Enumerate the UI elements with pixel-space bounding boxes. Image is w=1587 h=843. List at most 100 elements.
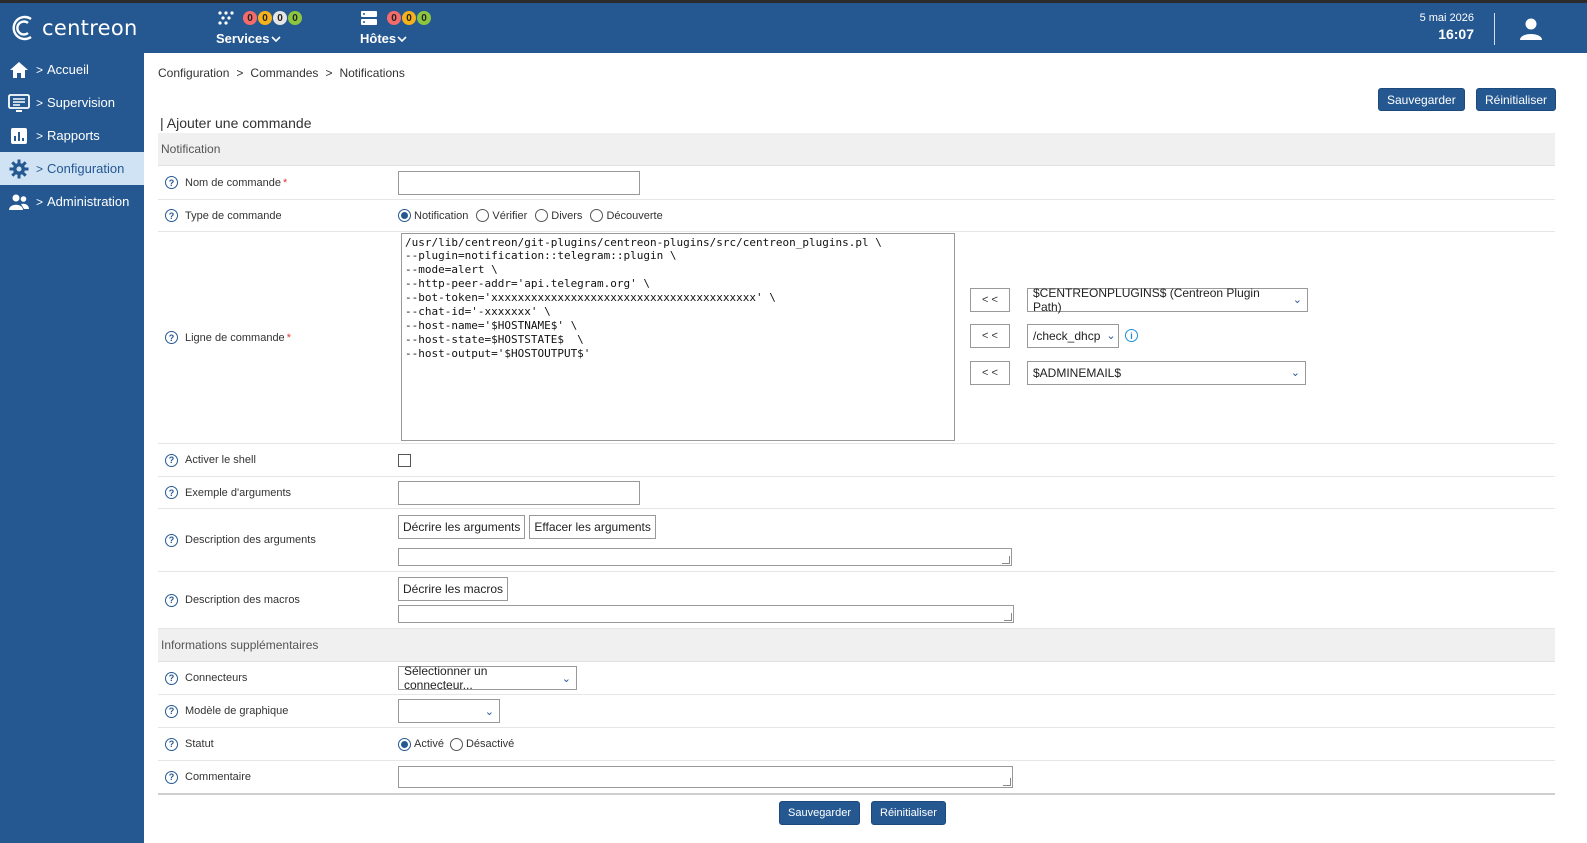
radio-decouverte[interactable]: Découverte [590, 209, 663, 222]
services-critical-count[interactable]: 0 [243, 11, 257, 25]
page-title: | Ajouter une commande [160, 115, 312, 131]
macro-select-1[interactable]: $CENTREONPLUGINS$ (Centreon Plugin Path)… [1027, 286, 1308, 314]
radio-label: Activé [414, 738, 444, 750]
radio-active[interactable]: Activé [398, 737, 444, 751]
command-line-textarea[interactable]: /usr/lib/centreon/git-plugins/centreon-p… [401, 232, 955, 441]
macro-select-3[interactable]: $ADMINEMAIL$ ⌄ [1027, 360, 1306, 385]
reset-button-bottom[interactable]: Réinitialiser [871, 801, 946, 825]
command-name-input[interactable] [398, 170, 640, 195]
chevron-right-icon: > [36, 62, 44, 77]
macros-description-textarea[interactable] [398, 605, 1014, 623]
breadcrumb-configuration[interactable]: Configuration [158, 66, 229, 80]
radio-label: Désactivé [465, 738, 515, 750]
services-label[interactable]: Services [216, 31, 270, 46]
arguments-description-textarea[interactable] [398, 547, 1012, 566]
radio-verifier[interactable]: Vérifier [476, 209, 527, 222]
sidebar-item-supervision[interactable]: > Supervision [0, 86, 144, 119]
radio-dot[interactable] [590, 209, 604, 222]
help-icon[interactable]: ? [165, 176, 178, 189]
services-icon [218, 11, 234, 25]
centreon-logo[interactable]: centreon [10, 13, 138, 43]
hosts-status[interactable]: 0 0 0 Hôtes [360, 9, 431, 46]
row-nom-commande: ? Nom de commande * [158, 166, 1555, 200]
radio-label: Notification [414, 209, 469, 222]
enable-shell-checkbox[interactable] [398, 453, 411, 467]
connectors-label: Connecteurs [185, 672, 248, 684]
save-button-bottom[interactable]: Sauvegarder [779, 801, 860, 825]
chevron-down-icon [397, 35, 407, 42]
help-icon[interactable]: ? [165, 533, 178, 547]
hosts-up-count[interactable]: 0 [417, 11, 431, 25]
sidebar: > Accueil > Supervision > Rapports > Con… [0, 53, 144, 843]
services-status[interactable]: 0 0 0 0 Services [216, 9, 302, 46]
radio-dot[interactable] [449, 737, 463, 751]
radio-inactive[interactable]: Désactivé [449, 737, 515, 751]
sidebar-item-rapports[interactable]: > Rapports [0, 119, 144, 152]
hosts-label[interactable]: Hôtes [360, 31, 396, 46]
section-notification: Notification [158, 133, 1555, 166]
resize-handle[interactable] [1004, 613, 1012, 621]
breadcrumb: Configuration > Commandes > Notifications [158, 66, 405, 80]
radio-dot[interactable] [476, 209, 490, 222]
services-warning-count[interactable]: 0 [258, 11, 272, 25]
chevron-down-icon [270, 35, 281, 42]
select-value: Sélectionner un connecteur... [404, 664, 488, 692]
comment-textarea[interactable] [398, 766, 1013, 788]
radio-dot[interactable] [535, 209, 549, 222]
help-icon[interactable]: ? [165, 453, 178, 467]
graph-template-select[interactable]: ⌄ [398, 699, 500, 723]
breadcrumb-commandes[interactable]: Commandes [250, 66, 318, 80]
row-description-arguments: ? Description des arguments Décrire les … [158, 509, 1555, 572]
row-modele-graphique: ? Modèle de graphique ⌄ [158, 695, 1555, 728]
info-icon[interactable]: i [1125, 329, 1138, 342]
reset-button-top[interactable]: Réinitialiser [1476, 88, 1557, 111]
radio-notification[interactable]: Notification [398, 209, 468, 222]
help-icon[interactable]: ? [165, 770, 178, 784]
monitor-icon [8, 92, 30, 114]
help-icon[interactable]: ? [165, 331, 178, 344]
insert-macro-button-1[interactable]: < < [970, 287, 1010, 312]
chevron-down-icon: ⌄ [561, 672, 571, 685]
help-icon[interactable]: ? [165, 486, 178, 499]
help-icon[interactable]: ? [165, 704, 178, 718]
help-icon[interactable]: ? [165, 737, 178, 751]
describe-macros-button[interactable]: Décrire les macros [398, 577, 509, 601]
required-mark: * [283, 176, 288, 189]
breadcrumb-notifications[interactable]: Notifications [339, 66, 404, 80]
describe-arguments-button[interactable]: Décrire les arguments [398, 514, 526, 539]
clear-arguments-button[interactable]: Effacer les arguments [529, 514, 656, 539]
chevron-right-icon: > [36, 95, 44, 110]
sidebar-item-configuration[interactable]: > Configuration [0, 152, 144, 185]
user-icon[interactable] [1518, 17, 1544, 41]
save-button-top[interactable]: Sauvegarder [1378, 88, 1465, 111]
chevron-right-icon: > [36, 128, 44, 143]
macro-select-2[interactable]: /check_dhcp ⌄ [1027, 323, 1119, 348]
sidebar-item-accueil[interactable]: > Accueil [0, 53, 144, 86]
sidebar-item-administration[interactable]: > Administration [0, 185, 144, 218]
help-icon[interactable]: ? [165, 593, 178, 607]
sidebar-item-label: Administration [47, 194, 130, 209]
services-unknown-count[interactable]: 0 [273, 11, 287, 25]
hosts-down-count[interactable]: 0 [387, 11, 401, 25]
macros-desc-label: Description des macros [185, 594, 300, 606]
bottom-buttons: Sauvegarder Réinitialiser [779, 801, 946, 825]
sidebar-item-label: Rapports [47, 128, 100, 143]
help-icon[interactable]: ? [165, 671, 178, 685]
radio-dot[interactable] [398, 737, 411, 751]
radio-dot[interactable] [398, 209, 411, 222]
insert-macro-button-3[interactable]: < < [970, 360, 1010, 385]
select-value: $ADMINEMAIL$ [1033, 365, 1122, 380]
resize-handle[interactable] [1003, 778, 1011, 786]
services-ok-count[interactable]: 0 [288, 11, 302, 25]
help-icon[interactable]: ? [165, 209, 178, 222]
connector-select[interactable]: Sélectionner un connecteur... ⌄ [398, 664, 577, 692]
args-desc-label: Description des arguments [185, 534, 316, 546]
resize-handle[interactable] [1002, 555, 1010, 564]
hosts-unreachable-count[interactable]: 0 [402, 11, 416, 25]
radio-divers[interactable]: Divers [535, 209, 582, 222]
row-description-macros: ? Description des macros Décrire les mac… [158, 572, 1555, 629]
main-content: Configuration > Commandes > Notifications Sa… [144, 53, 1587, 843]
chevron-down-icon: ⌄ [1106, 330, 1116, 342]
argument-example-input[interactable] [398, 480, 640, 505]
insert-macro-button-2[interactable]: < < [970, 323, 1010, 348]
